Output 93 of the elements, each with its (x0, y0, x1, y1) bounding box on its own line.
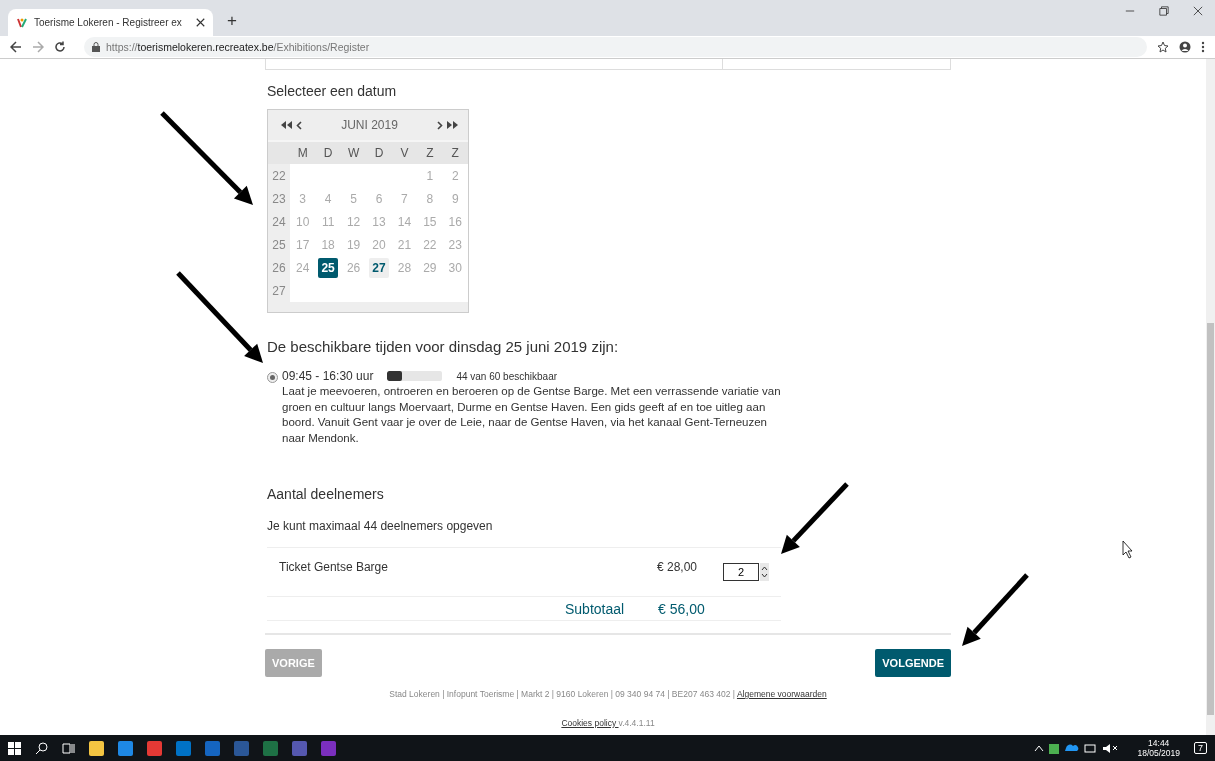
calendar-day: 7 (394, 188, 415, 209)
weekday-label: M (296, 145, 309, 162)
weekday-label: Z (450, 145, 460, 162)
calendar-day: 13 (369, 211, 389, 232)
next-year-icon[interactable] (447, 121, 458, 129)
clock-time[interactable]: 14:44 (1137, 738, 1180, 748)
annotation-arrow (781, 482, 849, 554)
week-number: 26 (271, 259, 287, 277)
calendar-day: 24 (292, 257, 313, 278)
calendar-day: 14 (394, 211, 415, 232)
browser-tab[interactable]: Toerisme Lokeren - Registreer ex (8, 9, 213, 36)
quantity-field[interactable]: 2 (723, 563, 759, 581)
calendar-day[interactable]: 27 (369, 257, 389, 278)
weekday-label: D (322, 145, 334, 162)
calendar-day[interactable]: 25 (318, 257, 339, 278)
site-logo-icon (16, 16, 28, 29)
menu-icon[interactable] (1201, 41, 1205, 53)
back-icon[interactable] (10, 41, 22, 53)
calendar-day: 20 (369, 234, 389, 255)
cookies-link[interactable]: Cookies policy (561, 718, 619, 728)
calendar-day: 26 (343, 257, 364, 278)
cursor-icon (1122, 540, 1133, 559)
close-icon[interactable] (196, 18, 205, 27)
clock-date[interactable]: 18/05/2019 (1137, 748, 1180, 758)
week-number: 27 (271, 282, 287, 300)
radio-button[interactable] (267, 372, 278, 383)
calendar-day: 19 (343, 234, 364, 255)
week-number: 24 (271, 213, 287, 231)
calendar-day: 6 (369, 188, 389, 209)
calendar-day: 17 (292, 234, 313, 255)
address-bar[interactable]: https://toerismelokeren.recreatex.be/Exhibitions/Register (84, 37, 1147, 57)
week-number: 25 (271, 236, 287, 254)
slot-description: Laat je meevoeren, ontroeren en beroeren op de Gentse Barge. Met een verrassende variatie van groen en cultuur langs Moervaart, Durme en Gentse Haven. Een gids geeft af en toe uitleg aan boord. Vanuit Gent vaar je over de Leie, naar de Gentse Haven, via het kanaal Gent-Terneuzen naar Mendonk. (282, 384, 782, 446)
weekday-label: Z (425, 145, 435, 162)
scrollbar[interactable] (1206, 59, 1215, 735)
calendar-day: 1 (419, 165, 440, 186)
time-slot-label: 09:45 - 16:30 uur (282, 369, 374, 383)
start-icon[interactable] (8, 741, 21, 755)
weekday-label: V (399, 145, 410, 162)
url-text: https://toerismelokeren.recreatex.be/Exhibitions/Register (106, 41, 370, 53)
subtotal-amount: € 56,00 (658, 600, 705, 617)
weekday-label: D (373, 145, 385, 162)
calendar-day: 22 (419, 234, 440, 255)
notification-badge[interactable]: 7 (1194, 742, 1207, 754)
calendar-day: 9 (445, 188, 466, 209)
next-month-icon[interactable] (437, 120, 443, 130)
calendar-day: 15 (419, 211, 440, 232)
ticket-price: € 28,00 (657, 560, 698, 574)
reload-icon[interactable] (54, 41, 66, 53)
section-heading: Aantal deelnemers (267, 486, 385, 502)
star-icon[interactable] (1157, 41, 1169, 53)
ticket-name: Ticket Gentse Barge (279, 560, 389, 574)
calendar-day: 3 (292, 188, 313, 209)
calendar-day: 5 (343, 188, 364, 209)
previous-year-icon[interactable] (281, 121, 292, 129)
tab-title: Toerisme Lokeren - Registreer ex (34, 17, 183, 28)
subtotal-label: Subtotaal (565, 600, 626, 617)
account-icon[interactable] (1179, 41, 1191, 53)
app-icon[interactable] (89, 740, 104, 756)
weekday-label: W (346, 145, 361, 162)
footer-text: Stad Lokeren | Infopunt Toerisme | Markt 2 | 9160 Lokeren | 09 340 94 74 | BE207 463 402 | Algemene voorwaarden (388, 689, 828, 699)
search-icon[interactable] (35, 741, 48, 755)
calendar-day: 11 (318, 211, 339, 232)
calendar-day: 18 (318, 234, 339, 255)
week-number: 23 (271, 190, 287, 208)
task-view-icon[interactable] (62, 741, 75, 755)
participants-note: Je kunt maximaal 44 deelnemers opgeven (267, 519, 494, 533)
lock-icon (92, 42, 100, 52)
calendar-day: 8 (419, 188, 440, 209)
week-number: 22 (271, 167, 287, 185)
calendar-day: 12 (343, 211, 364, 232)
calendar-day: 28 (394, 257, 415, 278)
section-heading: Selecteer een datum (267, 83, 398, 99)
close-icon[interactable] (1193, 6, 1203, 16)
calendar-day: 30 (445, 257, 466, 278)
availability-text: 44 van 60 beschikbaar (456, 370, 558, 382)
calendar-day: 4 (318, 188, 339, 209)
month-title: JUNI 2019 (341, 118, 398, 132)
previous-month-icon[interactable] (296, 120, 302, 130)
footer-version: Cookies policy v.4.4.1.11 (560, 718, 656, 728)
calendar-day: 2 (445, 165, 466, 186)
calendar-day: 29 (419, 257, 440, 278)
section-heading: De beschikbare tijden voor dinsdag 25 juni 2019 zijn: (267, 338, 620, 355)
calendar-day: 23 (445, 234, 466, 255)
new-tab-button[interactable]: + (227, 11, 237, 31)
calendar-day: 10 (292, 211, 313, 232)
spinner-icon[interactable] (760, 563, 769, 581)
terms-link[interactable]: Algemene voorwaarden (736, 689, 827, 699)
restore-icon[interactable] (1159, 6, 1169, 16)
calendar-day: 21 (394, 234, 415, 255)
app-icon[interactable] (118, 740, 133, 756)
next-button[interactable]: VOLGENDE (875, 649, 951, 677)
calendar-day: 16 (445, 211, 466, 232)
